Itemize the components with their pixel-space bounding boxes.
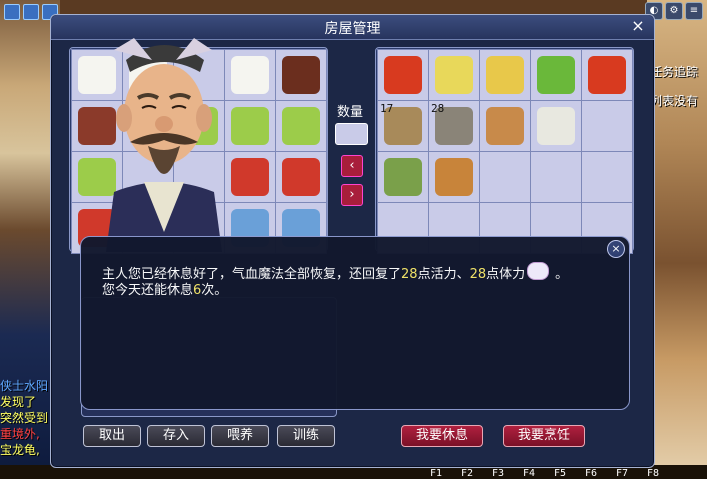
red-fan-icon — [588, 56, 626, 94]
green-sack-icon — [384, 158, 422, 196]
inventory-slot[interactable] — [480, 101, 530, 151]
npc-dialog: × 主人您已经休息好了，气血魔法全部恢复，还回复了28点活力、28点体力。 您今… — [80, 236, 630, 410]
quantity-label: 数量 — [337, 105, 364, 120]
green-cake-box-icon — [231, 107, 269, 145]
inventory-slot[interactable] — [531, 50, 581, 100]
red-fan-icon — [384, 56, 422, 94]
storage-slot[interactable] — [276, 101, 326, 151]
red-pouch-icon — [282, 158, 320, 196]
inventory-slot[interactable]: 17 — [378, 101, 428, 151]
dialog-text: 您今天还能休息 — [102, 283, 194, 298]
rice-dumpling-plate-icon — [231, 56, 269, 94]
npc-portrait — [106, 38, 222, 252]
inventory-slot[interactable] — [378, 50, 428, 100]
dialog-line-2: 您今天还能休息6次。 — [102, 279, 227, 298]
storage-slot[interactable] — [276, 50, 326, 100]
take-out-button[interactable]: 取出 — [83, 425, 141, 447]
dialog-text: 。 — [555, 267, 569, 282]
function-key[interactable]: F5 — [554, 468, 585, 479]
rice-bowl-icon — [486, 107, 524, 145]
chat-line[interactable]: 发现了 — [0, 394, 56, 410]
chat-icon[interactable] — [23, 4, 39, 20]
rest-button[interactable]: 我要休息 — [401, 425, 483, 447]
green-cake-box-icon — [282, 107, 320, 145]
stamina-amount: 28 — [469, 267, 487, 282]
inventory-slot[interactable] — [378, 152, 428, 202]
chat-line[interactable]: 宝龙龟, — [0, 442, 56, 458]
inventory-slot[interactable]: 28 — [429, 101, 479, 151]
storage-slot[interactable] — [225, 152, 275, 202]
function-keys[interactable]: F1 F2 F3 F4 F5 F6 F7 F8 — [430, 468, 678, 479]
train-button[interactable]: 训练 — [277, 425, 335, 447]
dialog-text: 点体力 — [486, 267, 526, 282]
storage-slot[interactable] — [225, 101, 275, 151]
red-pouch-icon — [231, 158, 269, 196]
function-key[interactable]: F1 — [430, 468, 461, 479]
deposit-button[interactable]: 存入 — [147, 425, 205, 447]
close-icon[interactable]: × — [630, 18, 646, 34]
inventory-slot[interactable] — [429, 152, 479, 202]
feed-button[interactable]: 喂养 — [211, 425, 269, 447]
function-key[interactable]: F2 — [461, 468, 492, 479]
item-count: 28 — [431, 102, 445, 115]
quantity-input[interactable] — [335, 123, 368, 145]
dialog-close-icon[interactable]: × — [607, 240, 625, 258]
inventory-slot[interactable] — [582, 152, 632, 202]
dialog-text: 点活力、 — [417, 267, 470, 282]
task-list-empty-label: 列表没有 — [650, 94, 699, 108]
green-fan-icon — [537, 56, 575, 94]
function-key[interactable]: F6 — [585, 468, 616, 479]
yellow-fan-icon — [435, 56, 473, 94]
inventory-slot[interactable] — [531, 101, 581, 151]
inventory-slot[interactable] — [480, 152, 530, 202]
inventory-slot[interactable] — [531, 152, 581, 202]
pet-emoticon-icon — [527, 262, 550, 280]
storage-slot[interactable] — [276, 152, 326, 202]
inventory-slot[interactable] — [429, 50, 479, 100]
task-tracker[interactable]: 任务追踪 列表没有 — [650, 58, 707, 116]
storage-slot[interactable] — [225, 50, 275, 100]
chat-line[interactable]: 重境外, — [0, 426, 56, 442]
settings-icon[interactable]: ⚙ — [665, 2, 683, 20]
ticket-icon — [537, 107, 575, 145]
inventory-grid[interactable]: 17 28 — [377, 49, 633, 254]
inventory-slot[interactable] — [480, 50, 530, 100]
cook-button[interactable]: 我要烹饪 — [503, 425, 585, 447]
chat-panel[interactable]: 侠士水阳 发现了 突然受到 重境外, 宝龙龟, — [0, 378, 56, 458]
menu-icon[interactable] — [4, 4, 20, 20]
inventory-slot[interactable] — [582, 101, 632, 151]
dialog-text: 次。 — [201, 283, 228, 298]
chat-line[interactable]: 侠士水阳 — [0, 378, 56, 394]
task-tracking-label[interactable]: 任务追踪 — [650, 58, 707, 87]
move-left-button[interactable]: ‹ — [341, 155, 363, 177]
inventory-slot[interactable] — [582, 50, 632, 100]
vitality-amount: 28 — [401, 267, 418, 282]
menu-icon[interactable]: ≡ — [685, 2, 703, 20]
function-key[interactable]: F7 — [616, 468, 647, 479]
function-key[interactable]: F8 — [647, 468, 678, 479]
function-key[interactable]: F3 — [492, 468, 523, 479]
move-right-button[interactable]: › — [341, 184, 363, 206]
function-key[interactable]: F4 — [523, 468, 554, 479]
yellow-fan-icon — [486, 56, 524, 94]
item-count: 17 — [380, 102, 394, 115]
meat-plate-icon — [282, 56, 320, 94]
bronze-key-icon — [435, 158, 473, 196]
chat-line[interactable]: 突然受到 — [0, 410, 56, 426]
